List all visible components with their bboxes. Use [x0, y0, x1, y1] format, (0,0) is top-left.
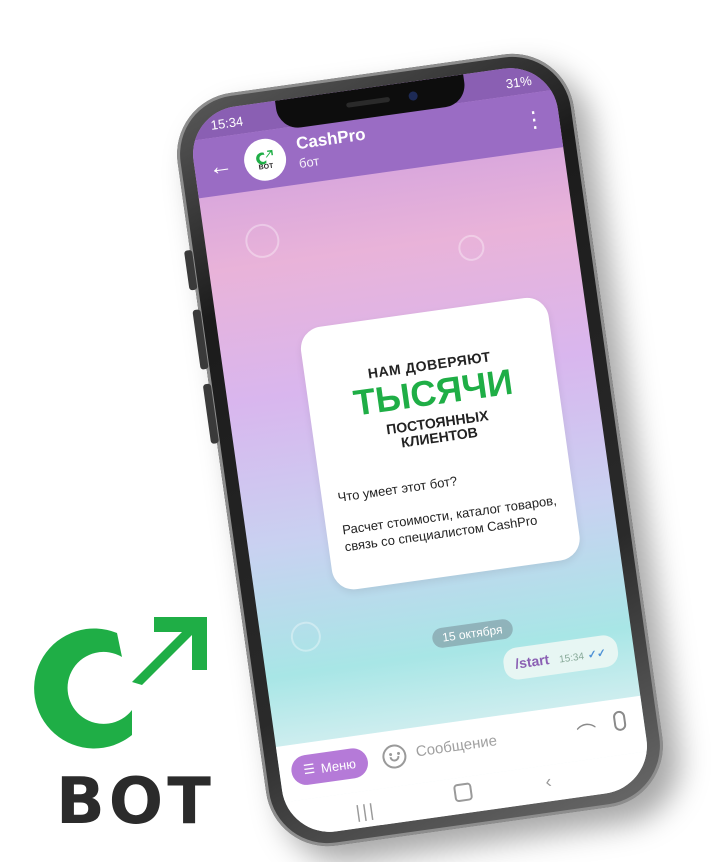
more-vertical-icon[interactable]: ⋮	[521, 105, 546, 134]
menu-lines-icon: ☰	[302, 760, 316, 778]
chat-subtitle: бот	[297, 153, 321, 171]
speaker-grille	[345, 96, 391, 108]
brand-logo: BOT	[22, 615, 222, 845]
wallpaper-doodle	[243, 221, 282, 261]
back-chevron-icon[interactable]: ‹	[544, 771, 553, 793]
front-camera	[408, 90, 419, 102]
avatar-caption: BOT	[258, 162, 274, 172]
read-checkmarks-icon: ✓✓	[586, 647, 607, 662]
card-answer: Расчет стоимости, каталог товаров, связь…	[341, 492, 558, 555]
wallpaper-doodle	[456, 233, 487, 263]
chat-title[interactable]: CashPro	[295, 125, 367, 155]
menu-label: Меню	[319, 755, 357, 776]
status-battery: 31%	[504, 72, 533, 92]
card-question: Что умеет этот бот?	[336, 473, 459, 505]
status-time: 15:34	[209, 113, 245, 133]
phone-mockup: 15:34 31% ← BOT CashPro бот ⋮ НАМ ДОВЕРЯ…	[169, 45, 671, 855]
home-icon[interactable]	[452, 782, 474, 803]
brand-label: BOT	[56, 765, 215, 839]
message-input[interactable]: Сообщение	[415, 732, 498, 760]
recent-apps-icon[interactable]: |||	[354, 800, 377, 824]
volume-up-button	[192, 309, 209, 370]
bot-intro-card: НАМ ДОВЕРЯЮТ ТЫСЯЧИ ПОСТОЯННЫХ КЛИЕНТОВ …	[298, 295, 583, 593]
phone-body: 15:34 31% ← BOT CashPro бот ⋮ НАМ ДОВЕРЯ…	[169, 45, 671, 855]
phone-screen: 15:34 31% ← BOT CashPro бот ⋮ НАМ ДОВЕРЯ…	[186, 61, 654, 839]
volume-down-button	[202, 383, 220, 445]
brand-arrow-icon	[34, 617, 207, 749]
outgoing-time: 15:34	[558, 651, 585, 666]
emoji-icon[interactable]	[380, 742, 408, 771]
outgoing-text: /start	[514, 651, 551, 672]
side-button	[183, 249, 198, 291]
bot-avatar[interactable]: BOT	[241, 136, 289, 184]
menu-button[interactable]: ☰ Меню	[289, 746, 370, 787]
outgoing-message[interactable]: /start 15:34 ✓✓	[501, 633, 620, 682]
back-arrow-icon[interactable]: ←	[207, 151, 235, 182]
date-chip: 15 октября	[431, 617, 514, 650]
wallpaper-doodle	[288, 619, 323, 654]
attach-paperclip-icon[interactable]: ⌒	[575, 716, 599, 748]
microphone-icon[interactable]	[612, 710, 627, 732]
